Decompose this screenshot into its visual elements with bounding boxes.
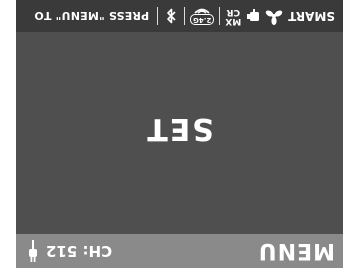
fan-icon: [265, 7, 283, 25]
main-area: SET: [16, 32, 343, 234]
light-fixture-icon: [245, 8, 261, 24]
menu-hint-text: PRESS "MENU" TO: [34, 9, 150, 23]
status-divider: [219, 7, 221, 25]
header-bar: MENU CH: 512: [16, 234, 343, 268]
device-screen: MENU CH: 512 SET SMART MX CR 2.4G PRESS …: [16, 0, 343, 268]
status-divider-2: [184, 7, 186, 25]
channel-readout: CH: 512: [46, 242, 113, 260]
bluetooth-icon: [164, 7, 178, 25]
crmx-logo-top: MX: [225, 16, 242, 26]
status-row: SMART MX CR 2.4G PRESS "MENU" TO: [34, 0, 343, 32]
status-divider-3: [157, 7, 159, 25]
status-bar: SMART MX CR 2.4G PRESS "MENU" TO: [16, 0, 343, 32]
smart-label: SMART: [288, 9, 335, 23]
wireless-2-4g-icon: 2.4G: [190, 7, 215, 26]
display-content: MENU CH: 512 SET SMART MX CR 2.4G PRESS …: [16, 0, 343, 268]
frequency-badge: 2.4G: [190, 14, 215, 26]
dmx-plug-icon: [26, 239, 40, 263]
menu-button[interactable]: MENU: [258, 239, 335, 264]
header-left: MENU: [258, 238, 335, 264]
crmx-logo-bottom: CR: [226, 7, 241, 17]
header-right: CH: 512: [26, 238, 112, 264]
set-label: SET: [145, 111, 214, 146]
crmx-logo: MX CR: [225, 7, 242, 26]
